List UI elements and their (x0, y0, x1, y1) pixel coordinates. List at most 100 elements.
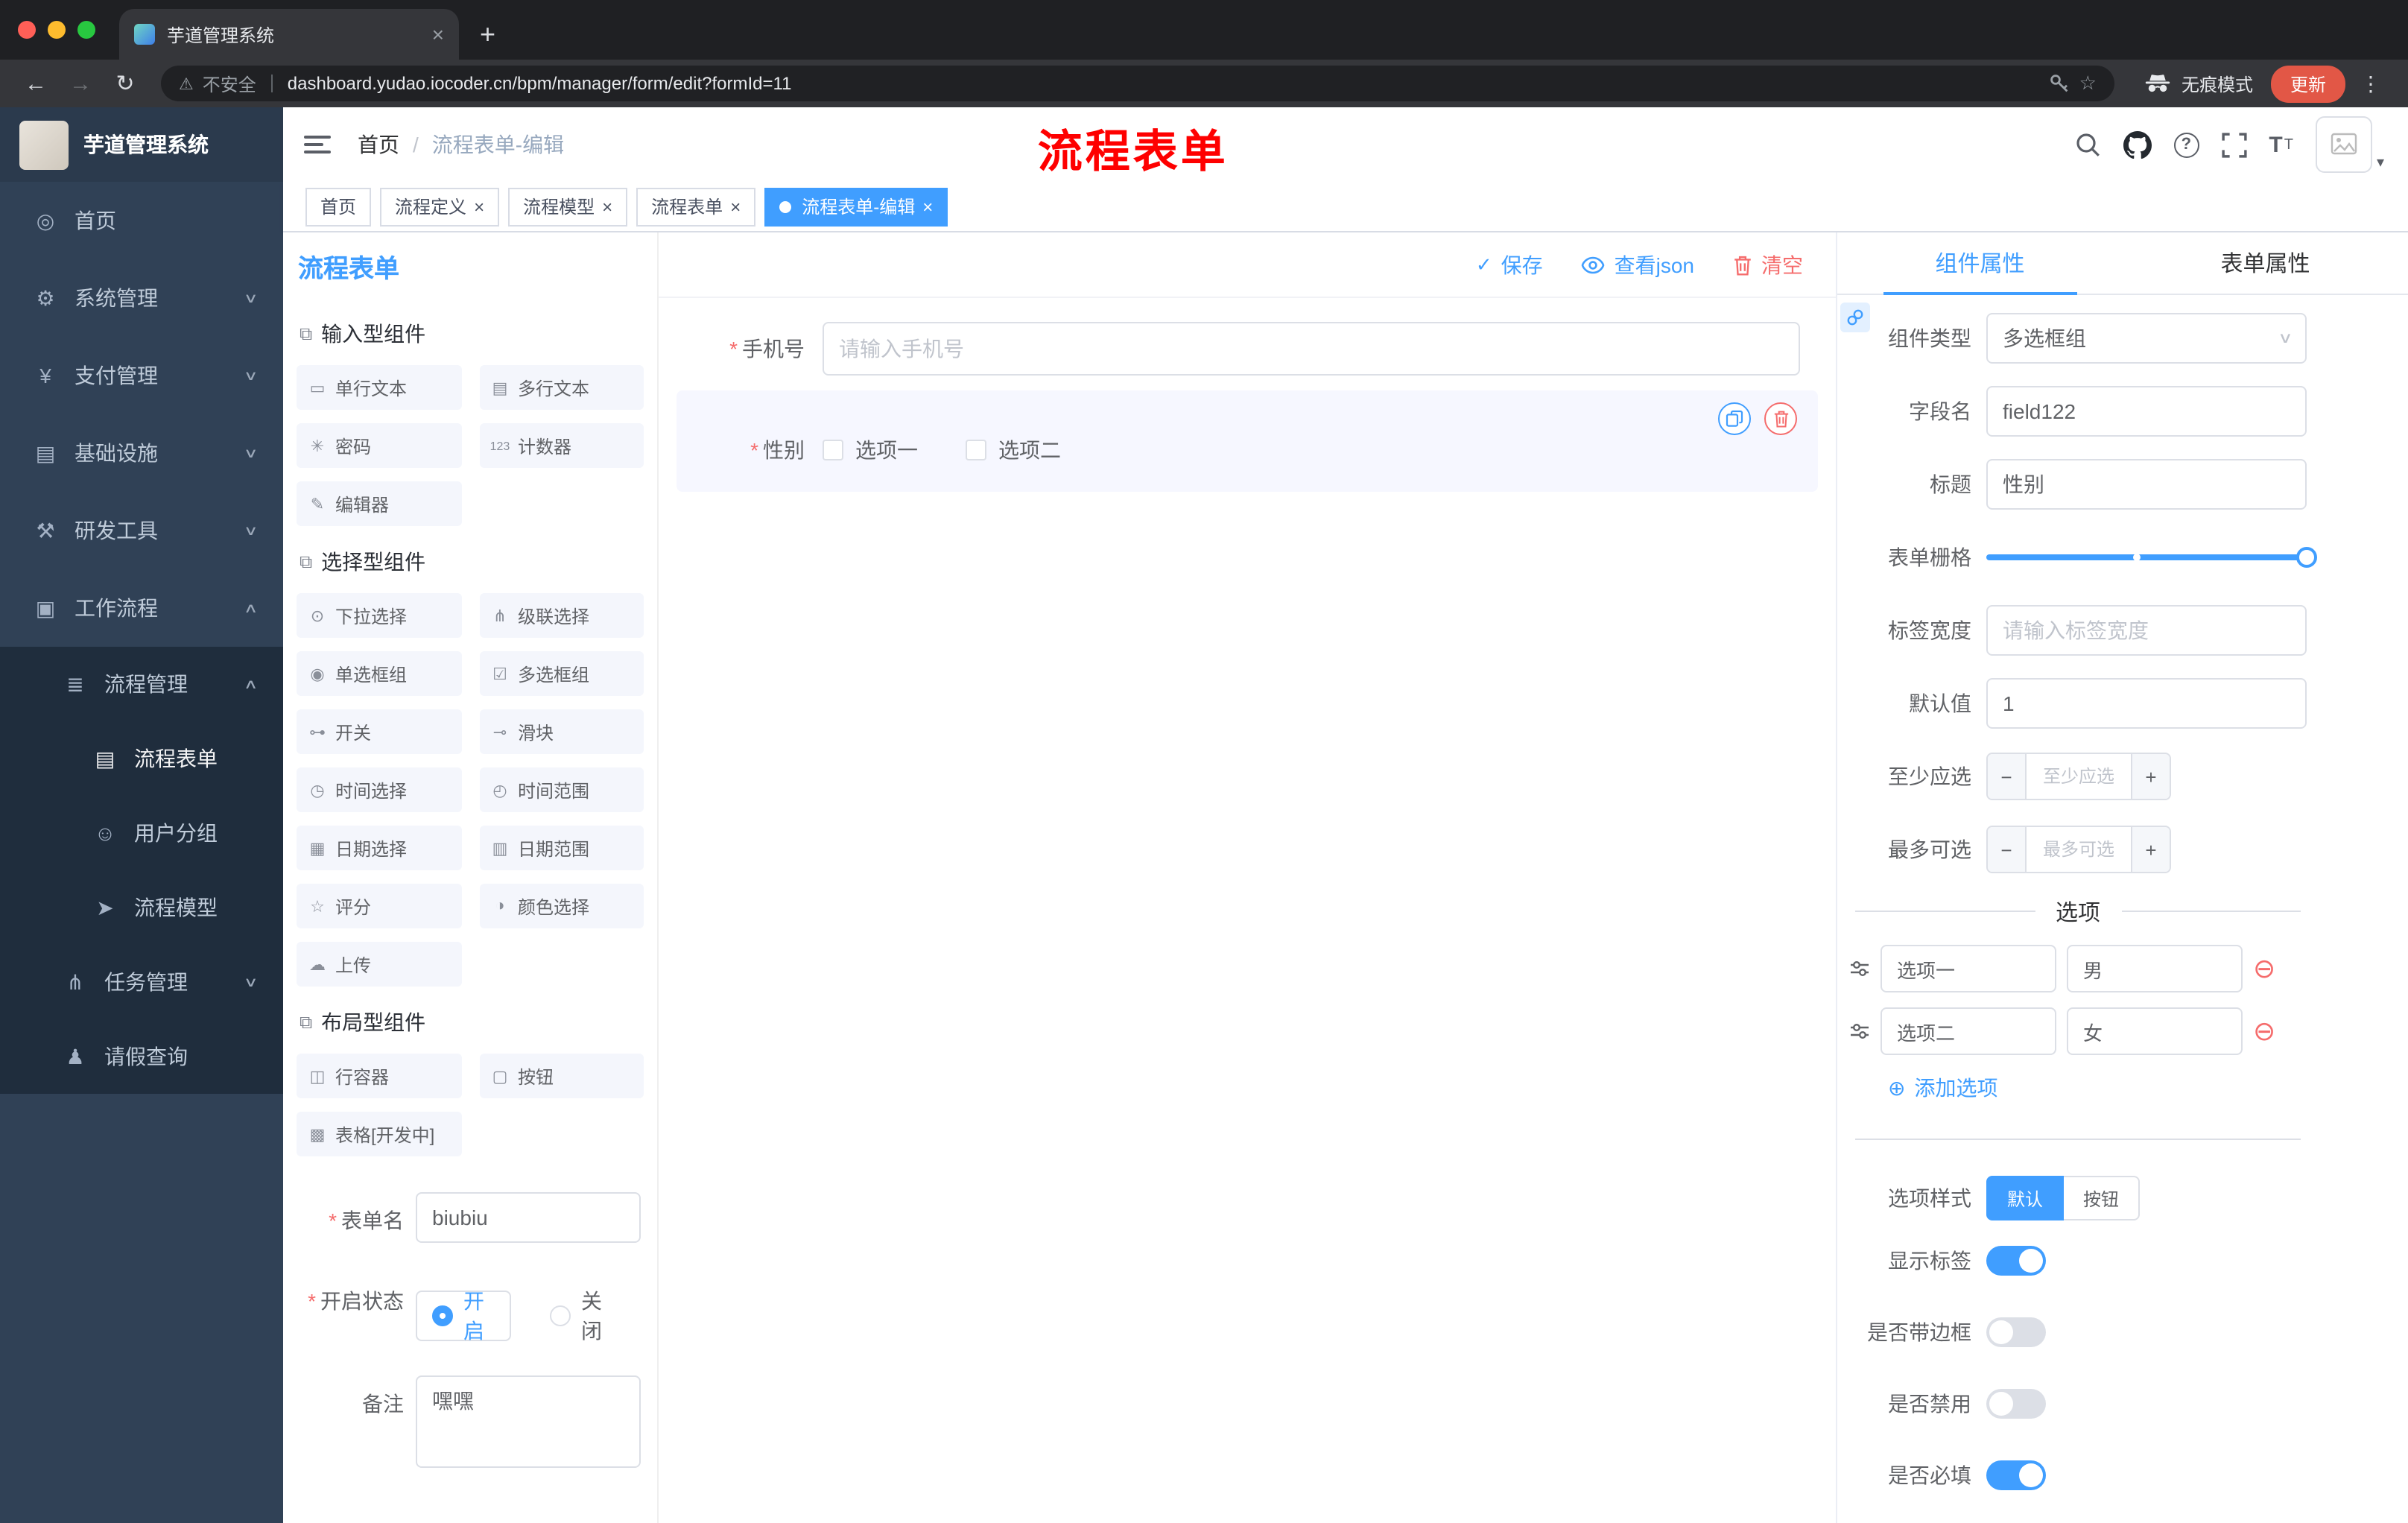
clear-button[interactable]: 清空 (1733, 250, 1803, 279)
tab-component-props[interactable]: 组件属性 (1837, 232, 2123, 294)
sidebar-item-process-model[interactable]: ➤ 流程模型 (0, 870, 283, 945)
sidebar-item-home[interactable]: ◎ 首页 (0, 182, 283, 259)
palette-item-upload[interactable]: ☁ 上传 (297, 942, 461, 987)
disabled-switch[interactable] (1986, 1389, 2046, 1419)
new-tab-button[interactable]: + (480, 21, 495, 48)
link-icon[interactable] (1840, 303, 1870, 332)
delete-component-button[interactable] (1764, 402, 1797, 435)
sidebar-item-user-group[interactable]: ☺ 用户分组 (0, 796, 283, 870)
sidebar-item-infrastructure[interactable]: ▤ 基础设施 ∨ (0, 414, 283, 492)
palette-item-single-line-text[interactable]: ▭ 单行文本 (297, 365, 461, 410)
save-button[interactable]: ✓ 保存 (1476, 250, 1543, 279)
window-zoom-button[interactable] (77, 21, 95, 39)
status-radio-on[interactable]: 开启 (416, 1289, 511, 1343)
decrease-button[interactable]: − (1988, 827, 2027, 872)
remove-option-button[interactable]: ⊖ (2253, 955, 2275, 982)
title-input[interactable] (1986, 459, 2307, 510)
palette-item-time-picker[interactable]: ◷ 时间选择 (297, 767, 461, 812)
checkbox-option-2[interactable]: 选项二 (966, 435, 1061, 465)
checkbox-option-1[interactable]: 选项一 (823, 435, 918, 465)
palette-item-counter[interactable]: 123 计数器 (479, 423, 644, 468)
palette-item-radio-group[interactable]: ◉ 单选框组 (297, 651, 461, 696)
drag-handle-icon[interactable] (1849, 960, 1870, 978)
sidebar-item-leave-query[interactable]: ♟ 请假查询 (0, 1019, 283, 1094)
component-type-select[interactable]: 多选框组 ∨ (1986, 313, 2307, 364)
show-label-switch[interactable] (1986, 1246, 2046, 1276)
tag-home[interactable]: 首页 (305, 187, 372, 226)
border-switch[interactable] (1986, 1317, 2046, 1347)
sidebar-item-process-management[interactable]: ≣ 流程管理 ∧ (0, 647, 283, 721)
url-text[interactable]: dashboard.yudao.iocoder.cn/bpm/manager/f… (288, 73, 2041, 94)
palette-item-multi-line-text[interactable]: ▤ 多行文本 (479, 365, 644, 410)
font-size-icon[interactable]: TT (2269, 130, 2293, 159)
increase-button[interactable]: + (2131, 827, 2170, 872)
checkbox-icon[interactable] (966, 440, 986, 460)
tag-close-icon[interactable]: × (602, 196, 612, 217)
browser-menu-icon[interactable]: ⋮ (2360, 71, 2381, 96)
password-key-icon[interactable] (2050, 73, 2070, 94)
label-width-input[interactable] (1986, 605, 2307, 656)
window-minimize-button[interactable] (48, 21, 66, 39)
tab-form-props[interactable]: 表单属性 (2123, 232, 2408, 294)
drag-handle-icon[interactable] (1849, 1022, 1870, 1040)
phone-input[interactable] (823, 322, 1800, 376)
field-phone[interactable]: * 手机号 (677, 322, 1818, 376)
status-radio-off[interactable]: 关闭 (550, 1286, 602, 1346)
view-json-button[interactable]: 查看json (1582, 250, 1694, 279)
tag-process-form[interactable]: 流程表单 × (636, 187, 756, 226)
window-close-button[interactable] (18, 21, 36, 39)
sidebar-item-system-management[interactable]: ⚙ 系统管理 ∨ (0, 259, 283, 337)
security-label[interactable]: 不安全 (203, 71, 256, 96)
palette-item-button[interactable]: ▢ 按钮 (479, 1054, 644, 1098)
palette-item-switch[interactable]: ⊶ 开关 (297, 709, 461, 754)
palette-item-checkbox-group[interactable]: ☑ 多选框组 (479, 651, 644, 696)
bookmark-star-icon[interactable]: ☆ (2079, 72, 2097, 95)
sidebar-item-devtools[interactable]: ⚒ 研发工具 ∨ (0, 492, 283, 569)
palette-item-password[interactable]: ✳ 密码 (297, 423, 461, 468)
style-button-button[interactable]: 按钮 (2064, 1176, 2141, 1220)
palette-item-color-picker[interactable]: ◑ 颜色选择 (479, 884, 644, 928)
sidebar-item-workflow[interactable]: ▣ 工作流程 ∧ (0, 569, 283, 647)
tag-close-icon[interactable]: × (922, 196, 933, 217)
tag-process-definition[interactable]: 流程定义 × (380, 187, 500, 226)
palette-item-table[interactable]: ▩ 表格[开发中] (297, 1112, 461, 1156)
option-2-value-input[interactable] (2067, 1007, 2243, 1055)
search-icon[interactable] (2073, 130, 2100, 159)
sidebar-item-payment-management[interactable]: ¥ 支付管理 ∨ (0, 337, 283, 414)
remark-textarea[interactable]: 嘿嘿 (416, 1375, 641, 1468)
palette-item-date-range[interactable]: ▥ 日期范围 (479, 826, 644, 870)
update-button[interactable]: 更新 (2270, 65, 2345, 102)
decrease-button[interactable]: − (1988, 754, 2027, 799)
tag-process-model[interactable]: 流程模型 × (508, 187, 628, 226)
palette-item-date-picker[interactable]: ▦ 日期选择 (297, 826, 461, 870)
tag-close-icon[interactable]: × (730, 196, 741, 217)
max-select-input[interactable] (2027, 827, 2131, 872)
field-name-input[interactable] (1986, 386, 2307, 437)
palette-item-row-container[interactable]: ◫ 行容器 (297, 1054, 461, 1098)
style-default-button[interactable]: 默认 (1986, 1176, 2065, 1220)
tab-close-icon[interactable]: × (432, 22, 444, 46)
tag-close-icon[interactable]: × (474, 196, 484, 217)
palette-item-time-range[interactable]: ◴ 时间范围 (479, 767, 644, 812)
breadcrumb-home[interactable]: 首页 (358, 130, 399, 159)
default-value-input[interactable] (1986, 678, 2307, 729)
slider-handle[interactable] (2296, 547, 2317, 568)
option-2-name-input[interactable] (1881, 1007, 2056, 1055)
reload-button[interactable]: ↻ (104, 70, 146, 97)
fullscreen-icon[interactable] (2221, 130, 2246, 159)
copy-component-button[interactable] (1718, 402, 1751, 435)
address-bar[interactable]: ⚠ 不安全 dashboard.yudao.iocoder.cn/bpm/man… (161, 66, 2114, 101)
browser-tab[interactable]: 芋道管理系统 × (119, 9, 459, 60)
app-logo[interactable]: 芋道管理系统 (0, 107, 283, 182)
sidebar-item-process-form[interactable]: ▤ 流程表单 (0, 721, 283, 796)
palette-item-slider[interactable]: ⊸ 滑块 (479, 709, 644, 754)
forward-button[interactable]: → (60, 71, 101, 96)
checkbox-icon[interactable] (823, 440, 843, 460)
help-icon[interactable]: ? (2173, 132, 2199, 157)
sidebar-item-task-management[interactable]: ⋔ 任务管理 ∨ (0, 945, 283, 1019)
hamburger-icon[interactable] (304, 130, 334, 159)
back-button[interactable]: ← (15, 71, 57, 96)
required-switch[interactable] (1986, 1460, 2046, 1490)
drawing-board[interactable]: * 手机号 请输入手机号 * 性别 选项一 选项二 (659, 298, 1836, 1523)
form-name-input[interactable] (416, 1192, 641, 1243)
